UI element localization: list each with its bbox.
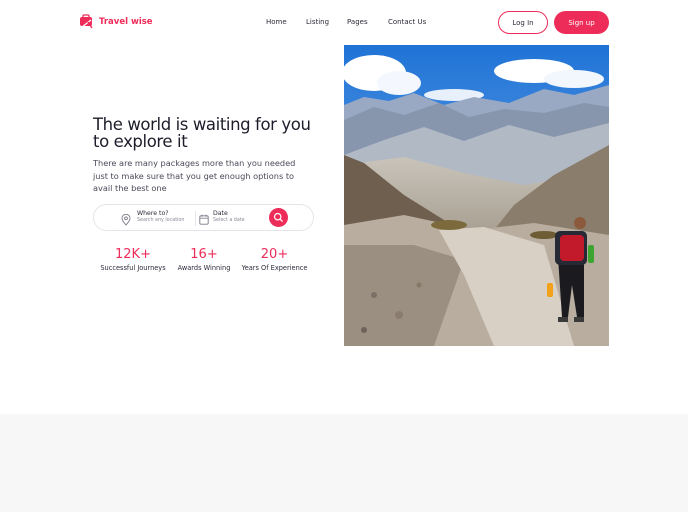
hiker-mountain-illustration <box>344 45 609 346</box>
stat-experience: 20+ Years Of Experience <box>237 247 312 273</box>
map-pin-icon <box>121 211 131 230</box>
stat-label: Years Of Experience <box>241 264 308 272</box>
logo-icon <box>79 14 94 29</box>
stat-journeys: 12K+ Successful Journeys <box>96 247 170 273</box>
date-hint: Select a date <box>213 218 245 223</box>
hero-subtitle: There are many packages more than you ne… <box>93 158 296 193</box>
stat-label: Successful Journeys <box>100 264 166 272</box>
location-hint: Search any location <box>137 218 185 223</box>
search-icon <box>273 212 283 222</box>
stat-awards: 16+ Awards Winning <box>172 247 236 273</box>
nav-listing[interactable]: Listing <box>306 18 329 26</box>
brand-logo[interactable]: Travel wise <box>79 14 153 29</box>
stat-value: 16+ <box>190 247 218 262</box>
landing-page: Travel wise Home Listing Pages Contact U… <box>0 0 688 512</box>
hero-title: The world is waiting for you to explore … <box>93 115 311 151</box>
location-field[interactable]: Where to? Search any location <box>137 210 184 223</box>
nav-pages[interactable]: Pages <box>347 18 368 26</box>
hero-image <box>344 45 609 346</box>
stat-value: 20+ <box>260 247 289 262</box>
signup-button[interactable]: Sign up <box>554 11 609 34</box>
location-label: Where to? <box>137 210 169 217</box>
nav-contact-us[interactable]: Contact Us <box>388 18 426 26</box>
next-section-background <box>0 414 688 512</box>
stat-value: 12K+ <box>115 247 151 262</box>
stat-label: Awards Winning <box>177 264 231 272</box>
date-field[interactable]: Date Select a date <box>213 210 245 223</box>
login-button[interactable]: Log In <box>498 11 548 34</box>
calendar-icon <box>199 210 209 229</box>
field-divider <box>195 211 196 226</box>
nav-home[interactable]: Home <box>266 18 287 26</box>
search-bar: Where to? Search any location Date Selec… <box>93 204 314 231</box>
search-button[interactable] <box>269 208 288 227</box>
brand-name: Travel wise <box>99 16 153 27</box>
date-label: Date <box>213 210 228 217</box>
